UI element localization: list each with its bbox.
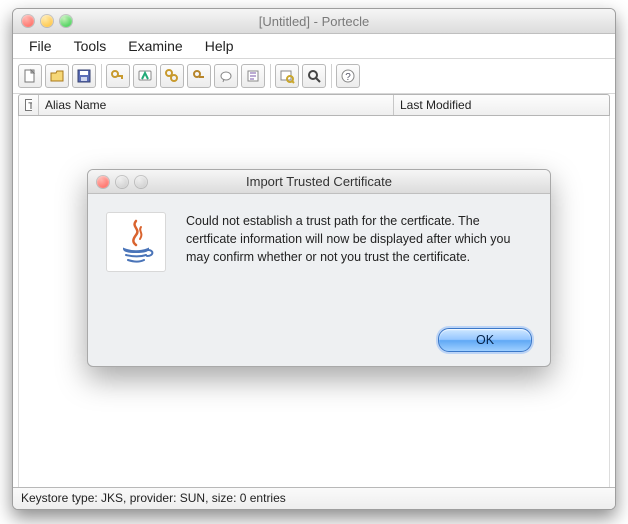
- import-trusted-icon[interactable]: [133, 64, 157, 88]
- dialog-titlebar[interactable]: Import Trusted Certificate: [88, 170, 550, 194]
- dialog-message: Could not establish a trust path for the…: [186, 212, 532, 272]
- save-icon[interactable]: [72, 64, 96, 88]
- statusbar: Keystore type: JKS, provider: SUN, size:…: [13, 487, 615, 509]
- help-icon[interactable]: ?: [336, 64, 360, 88]
- examine-cert-icon[interactable]: [275, 64, 299, 88]
- generate-keypair-icon[interactable]: [106, 64, 130, 88]
- examine-crl-icon[interactable]: [302, 64, 326, 88]
- dialog-footer: OK: [438, 328, 532, 352]
- toolbar-separator: [270, 64, 271, 88]
- table-header: T Alias Name Last Modified: [18, 94, 610, 116]
- zoom-icon[interactable]: [60, 15, 72, 27]
- dialog-traffic-lights: [97, 176, 147, 188]
- set-password-icon[interactable]: [187, 64, 211, 88]
- traffic-lights: [22, 15, 72, 27]
- menu-file[interactable]: File: [19, 35, 64, 57]
- ok-button[interactable]: OK: [438, 328, 532, 352]
- open-keystore-icon[interactable]: [45, 64, 69, 88]
- import-keypair-icon[interactable]: [160, 64, 184, 88]
- column-alias-name[interactable]: Alias Name: [39, 95, 394, 115]
- text-column-icon: T: [25, 99, 32, 111]
- menu-tools[interactable]: Tools: [64, 35, 119, 57]
- dialog-title: Import Trusted Certificate: [88, 174, 550, 189]
- dialog-body: Could not establish a trust path for the…: [88, 194, 550, 282]
- menu-help[interactable]: Help: [195, 35, 246, 57]
- window-title: [Untitled] - Portecle: [13, 14, 615, 29]
- menu-examine[interactable]: Examine: [118, 35, 194, 57]
- toolbar-separator: [101, 64, 102, 88]
- svg-text:T: T: [28, 101, 32, 111]
- close-icon[interactable]: [22, 15, 34, 27]
- toolbar: ?: [13, 58, 615, 94]
- java-icon: [106, 212, 166, 272]
- titlebar[interactable]: [Untitled] - Portecle: [13, 9, 615, 34]
- import-trusted-certificate-dialog: Import Trusted Certificate Could not est…: [87, 169, 551, 367]
- dialog-close-icon[interactable]: [97, 176, 109, 188]
- svg-text:?: ?: [345, 72, 351, 83]
- toolbar-separator: [331, 64, 332, 88]
- report-icon[interactable]: [214, 64, 238, 88]
- dialog-minimize-icon: [116, 176, 128, 188]
- new-keystore-icon[interactable]: [18, 64, 42, 88]
- column-type-icon[interactable]: T: [19, 95, 39, 115]
- sign-icon[interactable]: [241, 64, 265, 88]
- column-last-modified[interactable]: Last Modified: [394, 95, 609, 115]
- dialog-zoom-icon: [135, 176, 147, 188]
- minimize-icon[interactable]: [41, 15, 53, 27]
- menubar: File Tools Examine Help: [13, 34, 615, 58]
